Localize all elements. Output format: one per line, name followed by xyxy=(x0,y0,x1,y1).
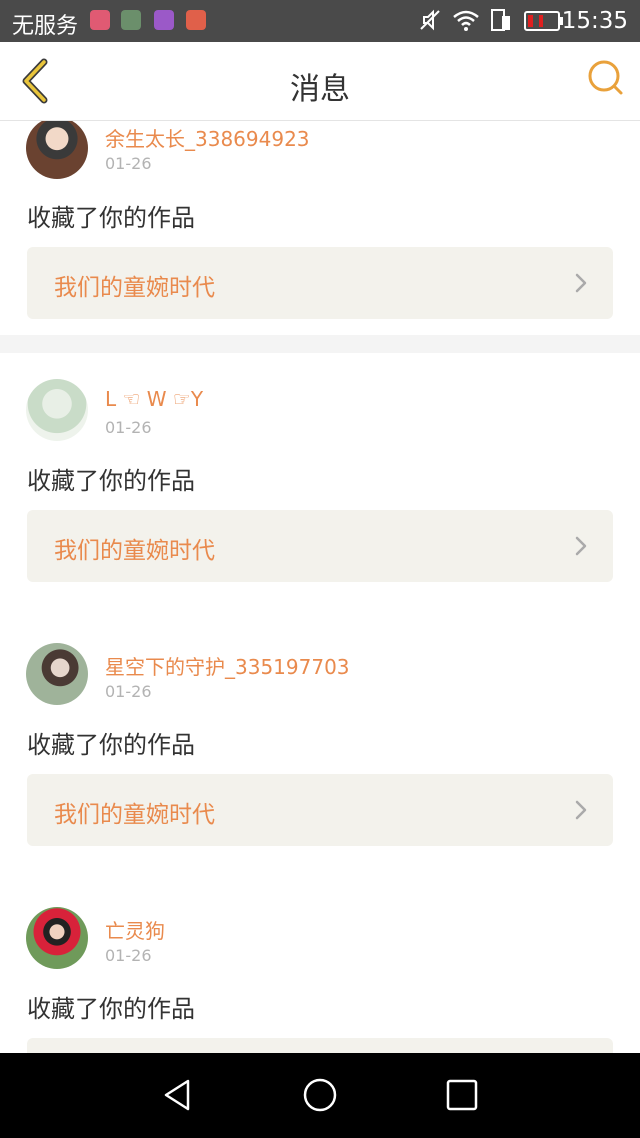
sim-icon xyxy=(491,9,510,31)
avatar[interactable] xyxy=(26,379,88,441)
wifi-icon xyxy=(453,10,479,31)
username[interactable]: 亡灵狗 xyxy=(105,915,165,944)
avatar[interactable] xyxy=(26,643,88,705)
timestamp: 01-26 xyxy=(105,946,152,965)
timestamp: 01-26 xyxy=(105,154,152,173)
notification-app-icon xyxy=(90,10,110,30)
username[interactable]: 星空下的守护_335197703 xyxy=(105,651,350,680)
mute-icon xyxy=(420,9,440,31)
chevron-right-icon xyxy=(575,536,587,556)
system-navigation-bar xyxy=(0,1053,640,1138)
action-text: 收藏了你的作品 xyxy=(27,731,195,759)
notification-card: 余生太长_338694923 01-26 收藏了你的作品 我们的童婉时代 xyxy=(0,121,640,335)
username[interactable]: L ☜ W ☞Y xyxy=(105,387,203,411)
action-text: 收藏了你的作品 xyxy=(27,995,195,1023)
notification-card: 亡灵狗 01-26 收藏了你的作品 xyxy=(0,881,640,1053)
notification-app-icon xyxy=(186,10,206,30)
work-link[interactable]: 我们的童婉时代 xyxy=(27,510,613,582)
action-text: 收藏了你的作品 xyxy=(27,467,195,495)
avatar[interactable] xyxy=(26,121,88,179)
search-button[interactable] xyxy=(586,58,626,98)
work-link[interactable] xyxy=(27,1038,613,1053)
notification-app-icon xyxy=(121,10,141,30)
action-text: 收藏了你的作品 xyxy=(27,204,195,232)
clock: 15:35 xyxy=(561,8,628,34)
avatar[interactable] xyxy=(26,907,88,969)
status-bar: 无服务 15:35 xyxy=(0,0,640,42)
page-title: 消息 xyxy=(290,72,350,107)
timestamp: 01-26 xyxy=(105,682,152,701)
carrier-label: 无服务 xyxy=(12,14,79,39)
message-list[interactable]: 余生太长_338694923 01-26 收藏了你的作品 我们的童婉时代 L ☜… xyxy=(0,121,640,1053)
notification-card: L ☜ W ☞Y 01-26 收藏了你的作品 我们的童婉时代 xyxy=(0,353,640,617)
header-bar: 消息 xyxy=(0,42,640,121)
notification-card: 星空下的守护_335197703 01-26 收藏了你的作品 我们的童婉时代 xyxy=(0,617,640,881)
chevron-right-icon xyxy=(575,800,587,820)
notification-app-icon xyxy=(154,10,174,30)
battery-icon xyxy=(524,11,563,31)
work-title: 我们的童婉时代 xyxy=(54,275,215,301)
username[interactable]: 余生太长_338694923 xyxy=(105,123,310,152)
chevron-right-icon xyxy=(575,273,587,293)
work-title: 我们的童婉时代 xyxy=(54,802,215,828)
work-title: 我们的童婉时代 xyxy=(54,538,215,564)
recents-nav-icon[interactable] xyxy=(444,1077,480,1113)
timestamp: 01-26 xyxy=(105,418,152,437)
home-nav-icon[interactable] xyxy=(302,1077,338,1113)
work-link[interactable]: 我们的童婉时代 xyxy=(27,247,613,319)
back-nav-icon[interactable] xyxy=(160,1077,196,1113)
work-link[interactable]: 我们的童婉时代 xyxy=(27,774,613,846)
